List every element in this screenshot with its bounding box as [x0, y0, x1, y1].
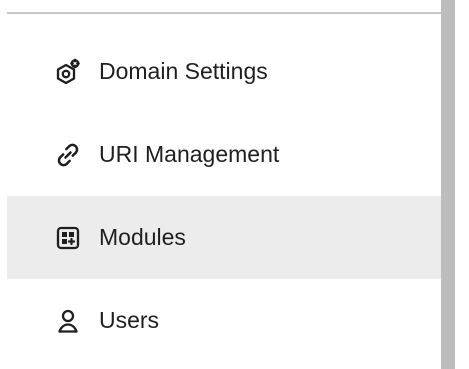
sidebar-item-uri-management[interactable]: URI Management [7, 113, 441, 196]
right-panel-divider [441, 0, 455, 369]
domain-settings-icon [54, 58, 82, 86]
sidebar-navigation: Domain Settings URI Management Modules U… [7, 30, 441, 362]
sidebar-item-label: URI Management [99, 141, 280, 167]
sidebar-item-label: Modules [99, 224, 186, 250]
sidebar-item-users[interactable]: Users [7, 279, 441, 362]
modules-icon [54, 224, 82, 252]
app-page: Domain Settings URI Management Modules U… [0, 0, 469, 369]
sidebar-item-label: Users [99, 307, 160, 333]
user-icon [54, 307, 82, 335]
sidebar-item-label: Domain Settings [99, 58, 268, 84]
link-icon [54, 141, 82, 169]
sidebar-item-domain-settings[interactable]: Domain Settings [7, 30, 441, 113]
sidebar-item-modules[interactable]: Modules [7, 196, 441, 279]
top-divider [7, 12, 441, 14]
right-gutter [455, 0, 469, 369]
